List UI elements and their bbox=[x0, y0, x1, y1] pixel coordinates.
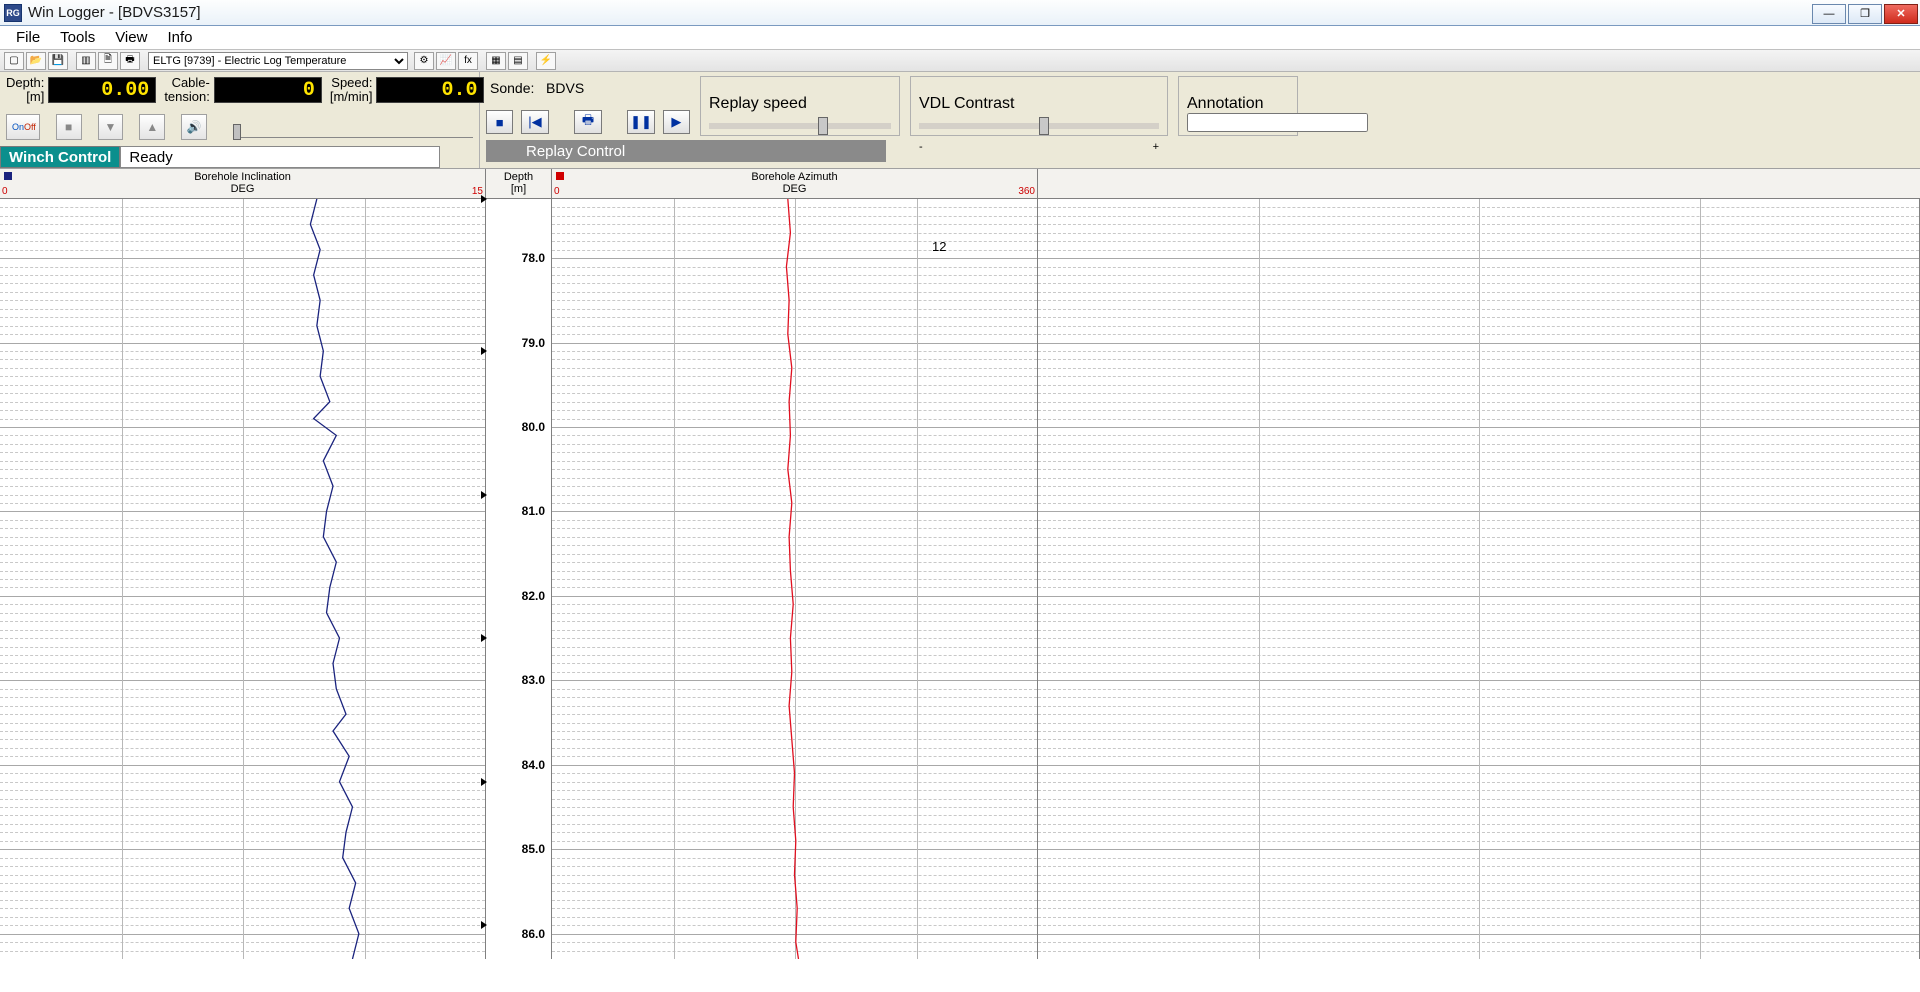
depth-tick-label: 79.0 bbox=[522, 336, 545, 350]
replay-rewind-button[interactable]: |◀ bbox=[521, 110, 548, 134]
toolbar-header-icon[interactable]: ▤ bbox=[508, 52, 528, 70]
control-panels: Depth:[m] 0.00 Cable-tension: 0 Speed:[m… bbox=[0, 72, 1920, 169]
winch-control-tab[interactable]: Winch Control bbox=[0, 146, 120, 168]
azimuth-annotation: 12 bbox=[932, 239, 946, 254]
replay-panel: Sonde: BDVS ■ |◀ 🖶 ❚❚ ▶ Replay speed bbox=[480, 72, 1920, 168]
track-azimuth[interactable]: 12 bbox=[552, 199, 1038, 959]
annotation-group: Annotation bbox=[1178, 76, 1298, 136]
winch-onoff-button[interactable]: OnOff bbox=[6, 114, 40, 140]
tool-select[interactable]: ELTG [9739] - Electric Log Temperature bbox=[148, 52, 408, 70]
replay-speed-slider[interactable] bbox=[709, 123, 891, 129]
maximize-button[interactable]: ❐ bbox=[1848, 4, 1882, 24]
sonde-value: BDVS bbox=[546, 80, 584, 96]
vdl-contrast-slider[interactable]: - + bbox=[919, 123, 1159, 129]
replay-print-button[interactable]: 🖶 bbox=[574, 110, 601, 134]
winch-sound-button[interactable]: 🔊 bbox=[181, 114, 207, 140]
toolbar-open-icon[interactable]: 📂 bbox=[26, 52, 46, 70]
toolbar-cal-icon[interactable]: ▦ bbox=[486, 52, 506, 70]
app-icon: RG bbox=[4, 4, 22, 22]
toolbar-print-preview-icon[interactable]: 🗎 bbox=[98, 52, 118, 70]
log-area: Borehole Inclination DEG 0 15 Depth [m] … bbox=[0, 169, 1920, 959]
tension-readout: 0 bbox=[214, 77, 322, 103]
track-depth[interactable]: 78.0 79.0 80.0 81.0 82.0 83.0 84.0 85.0 86.0 bbox=[486, 199, 552, 959]
track-inclination[interactable] bbox=[0, 199, 486, 959]
depth-tick-label: 84.0 bbox=[522, 758, 545, 772]
track-header-extra bbox=[1038, 169, 1920, 198]
winch-panel: Depth:[m] 0.00 Cable-tension: 0 Speed:[m… bbox=[0, 72, 480, 168]
depth-tick-label: 80.0 bbox=[522, 420, 545, 434]
menu-tools[interactable]: Tools bbox=[50, 27, 105, 48]
depth-tick-label: 82.0 bbox=[522, 589, 545, 603]
toolbar-fx-icon[interactable]: fx bbox=[458, 52, 478, 70]
toolbar-chart-icon[interactable]: 📈 bbox=[436, 52, 456, 70]
depth-tick-label: 78.0 bbox=[522, 251, 545, 265]
minimize-button[interactable]: — bbox=[1812, 4, 1846, 24]
toolbar: ▢ 📂 💾 ▥ 🗎 🖶 ELTG [9739] - Electric Log T… bbox=[0, 50, 1920, 72]
depth-tick-label: 85.0 bbox=[522, 842, 545, 856]
speed-readout: 0.0 bbox=[376, 77, 484, 103]
azimuth-color-chip bbox=[556, 172, 564, 180]
window-title: Win Logger - [BDVS3157] bbox=[28, 4, 201, 21]
tension-label: Cable-tension: bbox=[164, 76, 214, 104]
depth-label: Depth:[m] bbox=[6, 76, 48, 104]
toolbar-new-icon[interactable]: ▢ bbox=[4, 52, 24, 70]
toolbar-sonde-icon[interactable]: ⚙ bbox=[414, 52, 434, 70]
replay-stop-button[interactable]: ■ bbox=[486, 110, 513, 134]
menubar: File Tools View Info bbox=[0, 26, 1920, 50]
menu-info[interactable]: Info bbox=[157, 27, 202, 48]
depth-tick-label: 86.0 bbox=[522, 927, 545, 941]
track-header-azimuth: Borehole Azimuth DEG 0 360 bbox=[552, 169, 1038, 198]
track-extra[interactable] bbox=[1038, 199, 1920, 959]
toolbar-run-icon[interactable]: ⚡ bbox=[536, 52, 556, 70]
replay-play-button[interactable]: ▶ bbox=[663, 110, 690, 134]
annotation-input[interactable] bbox=[1187, 113, 1368, 132]
speed-label: Speed:[m/min] bbox=[330, 76, 377, 104]
sonde-label: Sonde: bbox=[490, 80, 534, 96]
titlebar: RG Win Logger - [BDVS3157] — ❐ ✕ bbox=[0, 0, 1920, 26]
vdl-contrast-group: VDL Contrast - + bbox=[910, 76, 1168, 136]
winch-stop-button[interactable]: ■ bbox=[56, 114, 82, 140]
depth-readout: 0.00 bbox=[48, 77, 156, 103]
replay-speed-group: Replay speed bbox=[700, 76, 900, 136]
toolbar-export-icon[interactable]: ▥ bbox=[76, 52, 96, 70]
winch-speed-slider[interactable] bbox=[233, 116, 473, 138]
winch-status: Ready bbox=[120, 146, 440, 168]
track-header-inclination: Borehole Inclination DEG 0 15 bbox=[0, 169, 486, 198]
winch-up-button[interactable]: ▲ bbox=[139, 114, 165, 140]
replay-control-tab[interactable]: Replay Control bbox=[486, 140, 886, 162]
close-button[interactable]: ✕ bbox=[1884, 4, 1918, 24]
depth-tick-label: 81.0 bbox=[522, 504, 545, 518]
toolbar-print-icon[interactable]: 🖶 bbox=[120, 52, 140, 70]
winch-down-button[interactable]: ▼ bbox=[98, 114, 124, 140]
log-header: Borehole Inclination DEG 0 15 Depth [m] … bbox=[0, 169, 1920, 199]
depth-tick-label: 83.0 bbox=[522, 673, 545, 687]
track-header-depth: Depth [m] bbox=[486, 169, 552, 198]
menu-view[interactable]: View bbox=[105, 27, 157, 48]
toolbar-save-icon[interactable]: 💾 bbox=[48, 52, 68, 70]
inclination-color-chip bbox=[4, 172, 12, 180]
replay-pause-button[interactable]: ❚❚ bbox=[627, 110, 654, 134]
menu-file[interactable]: File bbox=[6, 27, 50, 48]
